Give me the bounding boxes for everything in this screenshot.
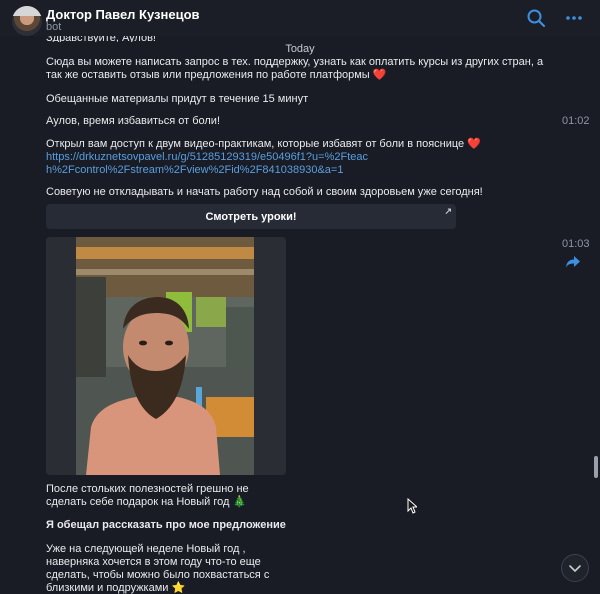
mouse-cursor-icon xyxy=(407,497,419,514)
chat-header: Доктор Павел Кузнецов bot xyxy=(0,0,600,36)
photo-caption-bold: Я обещал рассказать про мое предложение xyxy=(46,519,286,531)
message-text: Сюда вы можете написать запрос в тех. по… xyxy=(46,56,544,81)
message-body: Открыл вам доступ к двум видео-практикам… xyxy=(46,138,481,150)
message-link[interactable]: https://drkuznetsovpavel.ru/g/5128512931… xyxy=(46,151,376,177)
more-button[interactable] xyxy=(564,8,584,28)
photo-caption: После стольких полезностей грешно не сде… xyxy=(46,483,249,508)
watch-lessons-button[interactable]: Смотреть уроки! ↗ xyxy=(46,204,456,229)
message-text: Аулов, время избавиться от боли! xyxy=(46,115,221,127)
chat-title[interactable]: Доктор Павел Кузнецов xyxy=(46,7,200,22)
scrollbar-thumb[interactable] xyxy=(594,456,598,478)
photo-attachment[interactable] xyxy=(46,237,286,475)
chevron-down-icon xyxy=(569,565,581,572)
message-list[interactable]: Здравствуйте, Аулов! Today Сюда вы может… xyxy=(0,34,600,594)
share-arrow-icon xyxy=(566,256,580,268)
search-button[interactable] xyxy=(526,8,546,28)
message-text: Советую не откладывать и начать работу н… xyxy=(46,186,483,198)
chat-subtitle: bot xyxy=(46,21,62,33)
message-time: 01:02 xyxy=(562,115,590,127)
search-icon xyxy=(527,9,546,28)
photo-caption: Уже на следующей неделе Новый год , наве… xyxy=(46,543,270,594)
message-time: 01:03 xyxy=(562,238,590,250)
forward-button[interactable] xyxy=(565,255,581,269)
more-dots-icon xyxy=(566,16,582,20)
message-text: Открыл вам доступ к двум видео-практикам… xyxy=(46,138,546,177)
button-label: Смотреть уроки! xyxy=(205,210,297,223)
message-text: Обещанные материалы придут в течение 15 … xyxy=(46,93,309,105)
photo-man-with-beard-gym xyxy=(46,237,286,475)
chat-window: Доктор Павел Кузнецов bot Здравствуйте, … xyxy=(0,0,600,594)
external-link-icon: ↗ xyxy=(444,206,452,216)
scroll-down-button[interactable] xyxy=(561,554,589,582)
avatar[interactable] xyxy=(12,6,42,36)
date-separator: Today xyxy=(285,43,315,55)
